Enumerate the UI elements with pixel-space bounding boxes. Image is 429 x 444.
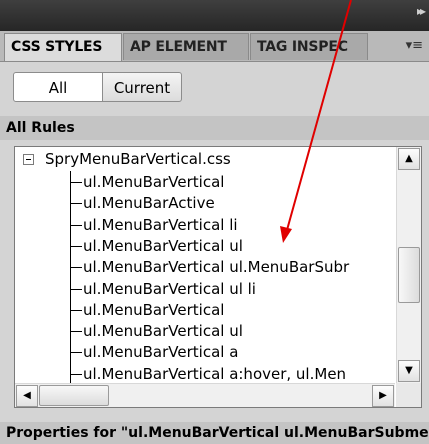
vertical-scrollbar[interactable]: ▲ ▼: [396, 147, 421, 383]
css-rule-selector: ul.MenuBarVertical ul.MenuBarSubr: [83, 258, 350, 277]
collapse-panel-icon[interactable]: ▸▸: [417, 4, 426, 18]
horizontal-scrollbar[interactable]: ◀ ▶: [15, 383, 395, 407]
tree-branch-line: [70, 373, 82, 375]
css-rule-selector: ul.MenuBarVertical ul li: [83, 279, 256, 298]
horizontal-scroll-thumb[interactable]: [39, 385, 109, 406]
scrollbar-corner: [396, 383, 421, 407]
vertical-scroll-thumb[interactable]: [398, 247, 420, 303]
rules-tree[interactable]: SpryMenuBarVertical.css ul.MenuBarVertic…: [14, 146, 422, 408]
tree-branch-line: [70, 267, 82, 269]
panel-options-menu-icon[interactable]: ▾≡: [406, 38, 423, 53]
tree-branch-line: [70, 245, 82, 247]
all-mode-button[interactable]: All: [13, 72, 103, 102]
scroll-up-arrow-icon[interactable]: ▲: [398, 148, 420, 170]
rules-tree-content: SpryMenuBarVertical.css ul.MenuBarVertic…: [15, 147, 395, 383]
tree-branch-line: [70, 203, 82, 205]
view-toggle-area: All Current: [0, 62, 429, 114]
all-rules-header: All Rules: [0, 116, 429, 140]
collapse-node-icon[interactable]: [23, 154, 34, 165]
tree-branch-line: [70, 309, 82, 311]
css-rule-selector: ul.MenuBarVertical li: [83, 215, 238, 234]
panel-tab-strip: CSS STYLES AP ELEMENT TAG INSPEC ▾≡: [0, 31, 429, 62]
css-rule-selector: ul.MenuBarActive: [83, 194, 215, 213]
scroll-left-arrow-icon[interactable]: ◀: [16, 385, 38, 407]
stylesheet-name: SpryMenuBarVertical.css: [45, 150, 231, 168]
tree-branch-line: [70, 331, 82, 333]
tree-branch-line: [70, 352, 82, 354]
css-rule-selector: ul.MenuBarVertical: [83, 300, 225, 319]
css-rule-selector: ul.MenuBarVertical: [83, 173, 225, 191]
tab-ap-elements[interactable]: AP ELEMENT: [123, 33, 249, 60]
properties-header: Properties for "ul.MenuBarVertical ul.Me…: [0, 422, 429, 444]
current-mode-button[interactable]: Current: [102, 72, 182, 102]
panel-title-bar: ▸▸: [0, 0, 429, 31]
tree-branch-line: [70, 288, 82, 290]
css-rule-selector: ul.MenuBarVertical a:hover, ul.Men: [83, 364, 347, 383]
tree-branch-line: [70, 182, 82, 183]
css-rule-selector: ul.MenuBarVertical ul: [83, 322, 243, 341]
tab-css-styles[interactable]: CSS STYLES: [4, 33, 122, 61]
scroll-down-arrow-icon[interactable]: ▼: [398, 360, 420, 382]
tree-branch-line: [70, 224, 82, 226]
tab-tag-inspector[interactable]: TAG INSPEC: [250, 33, 368, 60]
scroll-right-arrow-icon[interactable]: ▶: [372, 385, 394, 407]
css-rule-selector: ul.MenuBarVertical ul: [83, 236, 243, 255]
css-rule-selector: ul.MenuBarVertical a: [83, 343, 239, 362]
